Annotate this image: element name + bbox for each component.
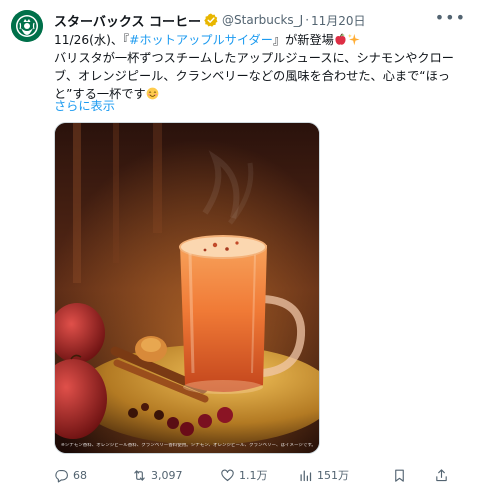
tweet-text: 11/26(水)、『#ホットアップルサイダー』が新登場 バリスタが一杯ずつスチー…	[54, 31, 466, 103]
text-prefix: 11/26(水)、『	[54, 33, 130, 47]
verified-badge-icon[interactable]	[204, 13, 218, 27]
repost-icon	[134, 469, 145, 481]
tweet-header: スターバックス コーヒー @Starbucks_J · 11月20日 •••	[54, 10, 466, 30]
header-separator: ·	[305, 13, 310, 27]
author-handle[interactable]: @Starbucks_J	[222, 13, 303, 27]
tweet-text-line-3: ブ、オレンジピール、クランベリーなどの風味を合わせた、心まで“ほっ	[54, 69, 450, 83]
bookmark-icon	[395, 469, 404, 482]
views-button[interactable]: 151万	[298, 466, 349, 484]
tweet-actions: 68 3,097 1.1万 151万	[54, 466, 466, 484]
like-count: 1.1万	[239, 469, 268, 482]
views-count: 151万	[317, 469, 349, 482]
bookmark-button[interactable]	[392, 466, 407, 484]
apple-emoji-icon	[334, 33, 347, 46]
share-button[interactable]	[434, 466, 449, 484]
like-button[interactable]: 1.1万	[220, 466, 268, 484]
tweet-text-line-4: と”する一杯です	[54, 85, 466, 103]
show-more-link[interactable]: さらに表示	[54, 97, 115, 115]
tweet-text-line-2: バリスタが一杯ずつスチームしたアップルジュースに、シナモンやクロー	[54, 51, 454, 65]
like-icon	[221, 469, 234, 481]
tweet-text-line-1: 11/26(水)、『#ホットアップルサイダー』が新登場	[54, 31, 466, 49]
starbucks-logo-icon	[11, 10, 43, 42]
tweet-date[interactable]: 11月20日	[311, 12, 366, 29]
smile-emoji-icon	[146, 87, 159, 100]
hashtag-link[interactable]: #ホットアップルサイダー	[129, 33, 273, 47]
display-name[interactable]: スターバックス コーヒー	[54, 11, 201, 30]
reply-count: 68	[73, 468, 87, 482]
image-caption: ※シナモン香料、オレンジピール香料、クランベリー香料使用。シナモン、オレンジピー…	[61, 443, 313, 448]
more-icon[interactable]: •••	[435, 10, 466, 26]
text-suffix: 』が新登場	[272, 33, 334, 47]
views-icon	[300, 470, 312, 481]
reply-button[interactable]: 68	[54, 466, 87, 484]
share-icon	[436, 468, 447, 481]
reply-icon	[55, 469, 68, 482]
tweet-image[interactable]: ※シナモン香料、オレンジピール香料、クランベリー香料使用。シナモン、オレンジピー…	[54, 122, 320, 454]
repost-count: 3,097	[151, 468, 183, 482]
avatar[interactable]	[11, 10, 43, 42]
hot-apple-cider-photo	[55, 123, 319, 453]
repost-button[interactable]: 3,097	[132, 466, 183, 484]
sparkles-emoji-icon	[347, 33, 360, 46]
